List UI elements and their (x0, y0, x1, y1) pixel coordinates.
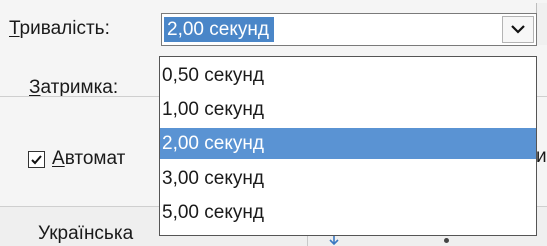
duration-dropdown-button[interactable] (502, 16, 534, 43)
chevron-down-icon (511, 25, 525, 34)
language-indicator[interactable]: Українська (38, 222, 133, 246)
duration-label: Тривалість: (9, 18, 110, 39)
duration-option[interactable]: 0,50 секунд (160, 60, 536, 91)
duration-option[interactable]: 3,00 секунд (160, 163, 536, 194)
duration-value: 2,00 секунд (164, 17, 274, 42)
right-edge-text: и (536, 146, 547, 167)
duration-option[interactable]: 1,00 секунд (160, 94, 536, 125)
autoplay-label[interactable]: Автомат (52, 147, 125, 171)
adjacent-panel-edge (536, 3, 547, 45)
status-dot (444, 238, 449, 243)
autoplay-checkbox[interactable] (28, 151, 45, 168)
check-icon (31, 155, 42, 165)
duration-option[interactable]: 5,00 секунд (160, 197, 536, 228)
duration-option-selected[interactable]: 2,00 секунд (160, 128, 536, 159)
duration-dropdown-list: 0,50 секунд 1,00 секунд 2,00 секунд 3,00… (159, 56, 537, 236)
duration-combobox[interactable]: 2,00 секунд (161, 13, 537, 46)
